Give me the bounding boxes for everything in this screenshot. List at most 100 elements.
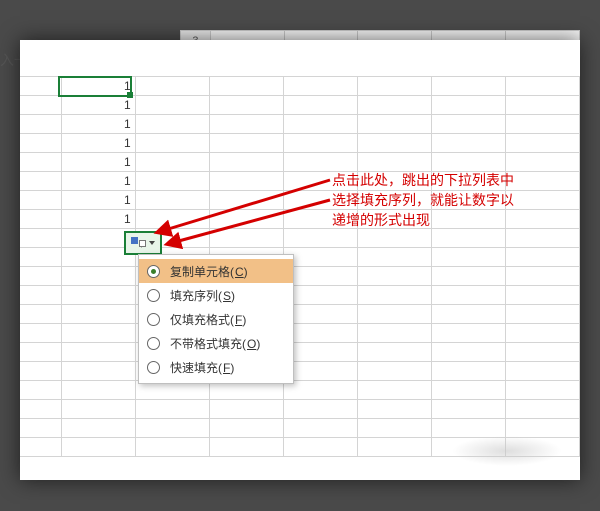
cell[interactable] [505,115,579,134]
cell[interactable] [357,305,431,324]
cell[interactable] [283,77,357,96]
cell[interactable] [209,115,283,134]
cell[interactable] [431,438,505,457]
cell[interactable] [209,191,283,210]
cell[interactable] [135,153,209,172]
cell[interactable] [505,324,579,343]
cell[interactable] [20,134,61,153]
cell[interactable] [61,438,135,457]
cell[interactable] [135,400,209,419]
cell[interactable] [20,381,61,400]
cell[interactable] [283,286,357,305]
cell[interactable] [135,210,209,229]
cell[interactable] [61,362,135,381]
cell[interactable] [431,96,505,115]
cell[interactable] [431,248,505,267]
cell[interactable]: 1 [61,115,135,134]
cell[interactable] [20,153,61,172]
cell[interactable] [505,134,579,153]
cell[interactable] [283,248,357,267]
cell[interactable] [209,77,283,96]
cell[interactable] [61,343,135,362]
spreadsheet-grid[interactable]: 11111111 [20,76,580,480]
cell[interactable]: 1 [61,210,135,229]
cell[interactable] [283,96,357,115]
cell[interactable] [357,286,431,305]
cell[interactable] [505,267,579,286]
cell[interactable] [357,381,431,400]
cell[interactable] [20,343,61,362]
cell[interactable] [431,343,505,362]
cell[interactable] [20,286,61,305]
cell[interactable] [283,400,357,419]
cell[interactable] [431,267,505,286]
cell[interactable] [505,96,579,115]
autofill-menu-item[interactable]: 复制单元格(C) [139,259,293,283]
cell[interactable] [357,324,431,343]
cell[interactable] [431,77,505,96]
cell[interactable] [61,381,135,400]
cell[interactable] [209,438,283,457]
cell[interactable] [431,305,505,324]
cell[interactable] [20,362,61,381]
cell[interactable]: 1 [61,172,135,191]
cell[interactable] [357,400,431,419]
cell[interactable] [431,229,505,248]
cell[interactable] [20,305,61,324]
cell[interactable] [20,419,61,438]
cell[interactable] [357,153,431,172]
cell[interactable] [431,419,505,438]
cell[interactable]: 1 [61,153,135,172]
cell[interactable] [20,96,61,115]
cell[interactable] [357,134,431,153]
cell[interactable] [431,134,505,153]
cell[interactable] [20,115,61,134]
cell[interactable] [357,343,431,362]
cell[interactable] [357,229,431,248]
cell[interactable] [431,381,505,400]
cell[interactable] [283,438,357,457]
cell[interactable] [283,362,357,381]
cell[interactable] [209,153,283,172]
cell[interactable] [283,381,357,400]
cell[interactable] [283,229,357,248]
autofill-menu-item[interactable]: 仅填充格式(F) [139,307,293,331]
autofill-menu-item[interactable]: 填充序列(S) [139,283,293,307]
cell[interactable] [209,210,283,229]
cell[interactable] [431,286,505,305]
cell[interactable] [505,400,579,419]
cell[interactable] [61,419,135,438]
cell[interactable] [431,115,505,134]
cell[interactable] [357,438,431,457]
cell[interactable] [357,96,431,115]
cell[interactable] [283,134,357,153]
cell[interactable]: 1 [61,77,135,96]
cell[interactable] [135,115,209,134]
cell[interactable]: 1 [61,134,135,153]
cell[interactable] [20,191,61,210]
cell[interactable] [431,153,505,172]
cell[interactable] [209,134,283,153]
cell[interactable] [357,248,431,267]
cell[interactable] [135,134,209,153]
cell[interactable] [135,191,209,210]
cell[interactable] [283,153,357,172]
cell[interactable] [20,229,61,248]
cell[interactable] [505,438,579,457]
cell[interactable] [505,419,579,438]
cell[interactable] [20,438,61,457]
cell[interactable] [20,400,61,419]
cell[interactable] [505,229,579,248]
cell[interactable] [431,362,505,381]
cell[interactable] [61,400,135,419]
cell[interactable] [135,172,209,191]
cell[interactable] [61,305,135,324]
cell[interactable] [209,400,283,419]
cell[interactable] [283,267,357,286]
cell[interactable] [283,115,357,134]
cell[interactable] [505,362,579,381]
cell[interactable] [283,324,357,343]
cell[interactable] [431,324,505,343]
cell[interactable] [505,305,579,324]
cell[interactable] [20,324,61,343]
